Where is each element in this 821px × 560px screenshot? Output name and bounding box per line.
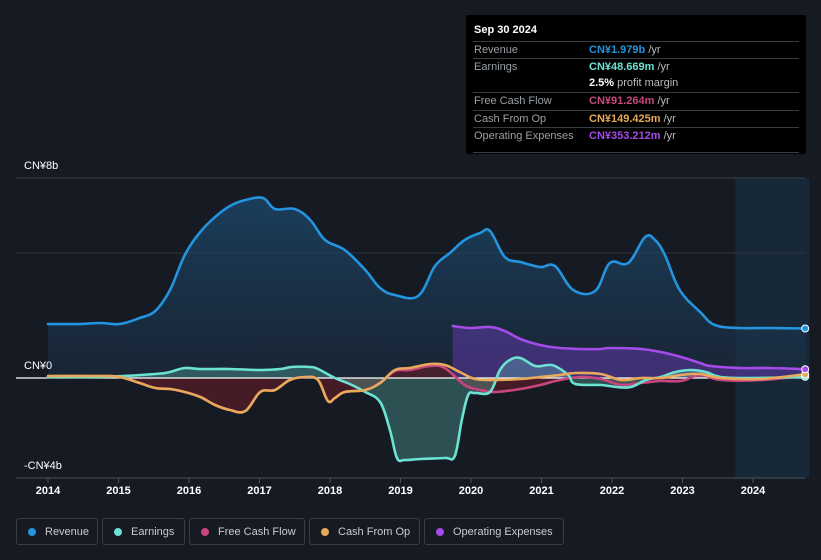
legend-label: Operating Expenses <box>453 525 553 538</box>
legend-cash-from-op[interactable]: Cash From Op <box>309 518 420 545</box>
legend-label: Revenue <box>45 525 90 538</box>
y-label-zero: CN¥0 <box>24 360 53 372</box>
tooltip-value: CN¥48.669m /yr <box>589 61 670 73</box>
revenue-area <box>48 197 806 378</box>
y-label-top: CN¥8b <box>24 160 59 172</box>
tooltip-row-cfo: Cash From Op CN¥149.425m /yr <box>473 110 799 128</box>
legend-label: Cash From Op <box>338 525 411 538</box>
tooltip-row-earnings: Earnings CN¥48.669m /yr <box>473 58 799 76</box>
x-tick-label: 2021 <box>529 485 554 497</box>
x-tick-label: 2019 <box>388 485 413 497</box>
tooltip-value: CN¥1.979b /yr <box>589 44 661 56</box>
x-tick-label: 2017 <box>247 485 272 497</box>
legend-dot-icon <box>28 527 36 536</box>
x-tick-label: 2023 <box>670 485 695 497</box>
x-tick-label: 2024 <box>740 485 766 497</box>
tooltip-label: Operating Expenses <box>474 130 574 142</box>
tooltip-date: Sep 30 2024 <box>474 24 537 36</box>
tooltip-value: CN¥149.425m /yr <box>589 113 676 125</box>
legend-label: Earnings <box>131 525 175 538</box>
legend-operating-expenses[interactable]: Operating Expenses <box>424 518 564 545</box>
tooltip-value: CN¥91.264m /yr <box>589 95 670 107</box>
x-tick-label: 2014 <box>35 485 61 497</box>
tooltip-value: 2.5% profit margin <box>589 77 679 89</box>
operating-expenses-end-marker <box>801 365 810 374</box>
x-tick-label: 2018 <box>317 485 343 497</box>
tooltip-row-margin: 2.5% profit margin <box>473 75 799 92</box>
y-label-bottom: -CN¥4b <box>24 460 62 472</box>
legend-dot-icon <box>114 527 122 536</box>
revenue-end-marker <box>801 324 810 333</box>
legend-dot-icon <box>201 527 209 536</box>
tooltip-row-fcf: Free Cash Flow CN¥91.264m /yr <box>473 92 799 110</box>
x-tick-label: 2022 <box>599 485 625 497</box>
tooltip-divider <box>473 152 799 153</box>
tooltip-label: Earnings <box>474 61 518 73</box>
legend-free-cash-flow[interactable]: Free Cash Flow <box>189 518 305 545</box>
tooltip-row-opex: Operating Expenses CN¥353.212m /yr <box>473 127 799 145</box>
tooltip-label: Free Cash Flow <box>474 95 552 107</box>
tooltip-row-revenue: Revenue CN¥1.979b /yr <box>473 41 799 59</box>
x-tick-label: 2015 <box>106 485 131 497</box>
tooltip: Sep 30 2024 Revenue CN¥1.979b /yr Earnin… <box>466 15 806 154</box>
legend-revenue[interactable]: Revenue <box>16 518 98 545</box>
x-tick-label: 2020 <box>458 485 484 497</box>
tooltip-label: Revenue <box>474 44 519 56</box>
tooltip-value: CN¥353.212m /yr <box>589 130 676 142</box>
legend-dot-icon <box>436 527 444 536</box>
x-tick-label: 2016 <box>176 485 202 497</box>
tooltip-label: Cash From Op <box>474 113 547 125</box>
legend-earnings[interactable]: Earnings <box>102 518 185 545</box>
legend-label: Free Cash Flow <box>218 525 296 538</box>
legend-dot-icon <box>321 527 329 536</box>
